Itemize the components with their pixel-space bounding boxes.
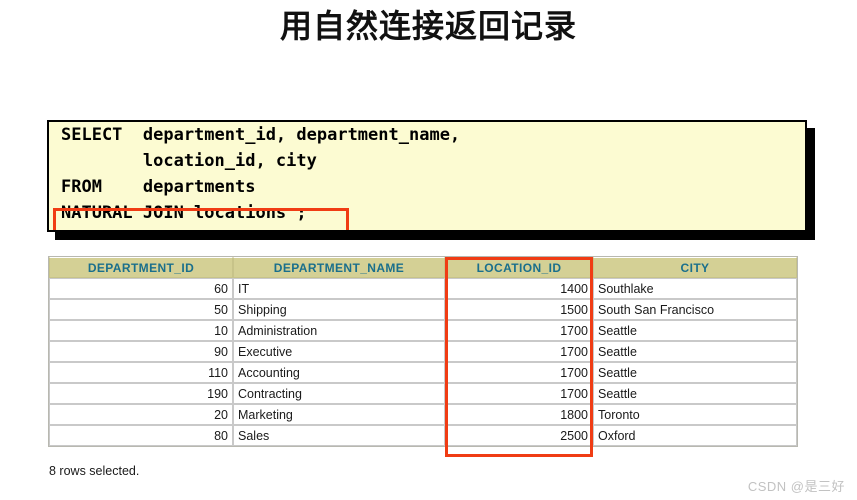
cell-city: Toronto <box>593 404 797 425</box>
cell-department-id: 20 <box>49 404 233 425</box>
cell-city: Seattle <box>593 320 797 341</box>
table-row: 10 Administration 1700 Seattle <box>49 320 797 341</box>
watermark: CSDN @是三好 <box>747 479 845 494</box>
sql-line-columns: location_id, city <box>61 151 317 171</box>
column-header-city[interactable]: CITY <box>593 257 797 278</box>
cell-department-name: Administration <box>233 320 445 341</box>
table-row: 90 Executive 1700 Seattle <box>49 341 797 362</box>
cell-department-name: Accounting <box>233 362 445 383</box>
cell-city: Seattle <box>593 383 797 404</box>
cell-location-id: 1500 <box>445 299 593 320</box>
table-row: 60 IT 1400 Southlake <box>49 278 797 299</box>
table-row: 110 Accounting 1700 Seattle <box>49 362 797 383</box>
cell-department-name: Sales <box>233 425 445 446</box>
cell-department-name: Marketing <box>233 404 445 425</box>
cell-department-id: 60 <box>49 278 233 299</box>
sql-line-select: SELECT department_id, department_name, <box>61 125 461 145</box>
page-title: 用自然连接返回记录 <box>279 7 577 45</box>
cell-department-id: 50 <box>49 299 233 320</box>
cell-department-id: 80 <box>49 425 233 446</box>
cell-city: Seattle <box>593 362 797 383</box>
table-row: 80 Sales 2500 Oxford <box>49 425 797 446</box>
sql-line-from: FROM departments <box>61 177 256 197</box>
cell-location-id: 1400 <box>445 278 593 299</box>
table-row: 190 Contracting 1700 Seattle <box>49 383 797 404</box>
sql-block-body: SELECT department_id, department_name, l… <box>47 120 807 232</box>
column-header-location-id[interactable]: LOCATION_ID <box>445 257 593 278</box>
cell-department-id: 190 <box>49 383 233 404</box>
cell-department-name: Contracting <box>233 383 445 404</box>
cell-department-id: 10 <box>49 320 233 341</box>
cell-city: Southlake <box>593 278 797 299</box>
sql-code-block: SELECT department_id, department_name, l… <box>47 120 815 240</box>
cell-location-id: 2500 <box>445 425 593 446</box>
column-header-department-id[interactable]: DEPARTMENT_ID <box>49 257 233 278</box>
cell-location-id: 1700 <box>445 341 593 362</box>
cell-city: Seattle <box>593 341 797 362</box>
cell-department-id: 90 <box>49 341 233 362</box>
rows-selected-status: 8 rows selected. <box>49 464 140 478</box>
query-result-table: DEPARTMENT_ID DEPARTMENT_NAME LOCATION_I… <box>48 256 798 447</box>
column-header-department-name[interactable]: DEPARTMENT_NAME <box>233 257 445 278</box>
cell-location-id: 1700 <box>445 362 593 383</box>
cell-department-name: Executive <box>233 341 445 362</box>
cell-department-name: Shipping <box>233 299 445 320</box>
table-row: 20 Marketing 1800 Toronto <box>49 404 797 425</box>
sql-line-natural-join: NATURAL JOIN locations ; <box>61 203 307 223</box>
cell-location-id: 1700 <box>445 383 593 404</box>
cell-city: Oxford <box>593 425 797 446</box>
table-header-row: DEPARTMENT_ID DEPARTMENT_NAME LOCATION_I… <box>49 257 797 278</box>
cell-location-id: 1700 <box>445 320 593 341</box>
cell-location-id: 1800 <box>445 404 593 425</box>
cell-city: South San Francisco <box>593 299 797 320</box>
cell-department-id: 110 <box>49 362 233 383</box>
table-row: 50 Shipping 1500 South San Francisco <box>49 299 797 320</box>
cell-department-name: IT <box>233 278 445 299</box>
